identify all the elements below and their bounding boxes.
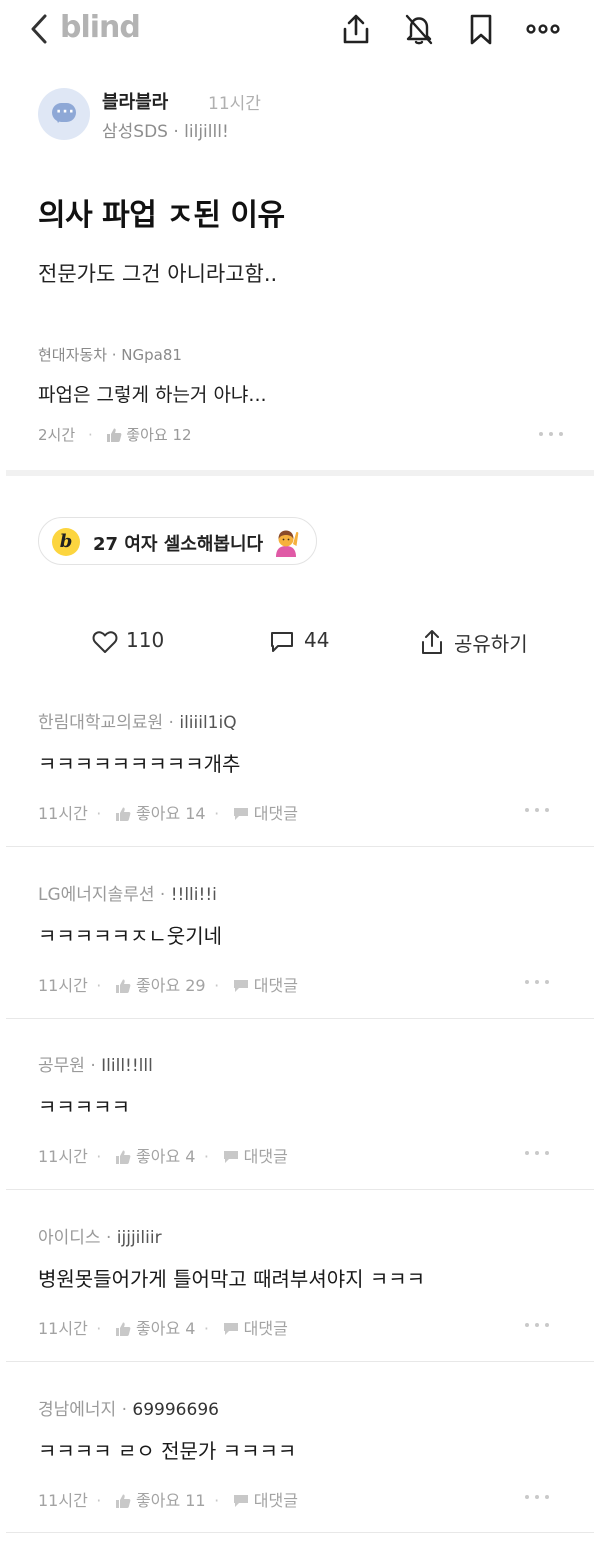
raising-hand-woman-icon: [276, 530, 299, 557]
blind-badge-icon: b: [52, 528, 80, 556]
best-comment-text: 파업은 그렇게 하는거 아냐...: [38, 384, 267, 406]
comment-text: ㅋㅋㅋㅋㅋ: [38, 1095, 130, 1119]
comment-icon: [271, 632, 293, 652]
top-bar: blind: [0, 0, 600, 62]
thumbs-up-icon[interactable]: [115, 979, 131, 993]
post-body: 전문가도 그건 아니라고함..: [38, 262, 278, 286]
best-comment-likes[interactable]: 좋아요 12: [126, 426, 191, 444]
post-actions: 110 44 공유하기: [0, 622, 600, 666]
more-icon[interactable]: [524, 800, 550, 820]
comment-footer: 11시간 · 좋아요 4 · 대댓글: [38, 1319, 288, 1338]
reply-button[interactable]: 대댓글: [244, 1147, 288, 1166]
section-divider: [6, 470, 594, 476]
comment-text: ㅋㅋㅋㅋㅋㅈㄴ웃기네: [38, 924, 222, 948]
best-comment-time: 2시간: [38, 426, 76, 444]
more-icon[interactable]: [526, 12, 560, 46]
comment-author[interactable]: 경남에너지 · 69996696: [38, 1395, 219, 1420]
comment-divider: [6, 846, 594, 847]
comment-text: 병원못들어가게 틀어막고 때려부셔야지 ㅋㅋㅋ: [38, 1267, 426, 1291]
comment-author[interactable]: 아이디스 · ijjjiliir: [38, 1223, 162, 1248]
chevron-left-icon[interactable]: [26, 12, 54, 46]
author-name[interactable]: 블라블라: [102, 88, 168, 114]
promo-chip[interactable]: b 27 여자 셀소해봅니다: [38, 517, 317, 565]
comment-author[interactable]: 공무원 · Ilill!!lll: [38, 1051, 153, 1076]
share-icon[interactable]: [339, 12, 373, 46]
reply-button[interactable]: 대댓글: [254, 804, 298, 823]
app-logo[interactable]: blind: [60, 10, 141, 45]
reply-button[interactable]: 대댓글: [254, 976, 298, 995]
comment-text: ㅋㅋㅋㅋ ㄹㅇ 전문가 ㅋㅋㅋㅋ: [38, 1439, 297, 1463]
reply-bubble-icon: [223, 1151, 238, 1163]
comment-divider: [6, 1532, 594, 1533]
comment-footer: 11시간 · 좋아요 14 · 대댓글: [38, 804, 298, 823]
reply-button[interactable]: 대댓글: [244, 1319, 288, 1338]
avatar[interactable]: ···: [38, 88, 90, 140]
like-count: 110: [126, 628, 165, 652]
thumbs-up-icon[interactable]: [115, 807, 131, 821]
comment-count: 44: [304, 628, 330, 652]
more-icon[interactable]: [524, 972, 550, 992]
comment-text: ㅋㅋㅋㅋㅋㅋㅋㅋㅋ개추: [38, 752, 241, 776]
share-icon: [422, 630, 442, 654]
comment-divider: [6, 1189, 594, 1190]
comment-footer: 11시간 · 좋아요 29 · 대댓글: [38, 976, 298, 995]
comment-divider: [6, 1018, 594, 1019]
post-author: ··· 블라블라 11시간 삼성SDS · liljilll!: [38, 88, 568, 144]
bell-off-icon[interactable]: [402, 12, 436, 46]
more-icon[interactable]: [524, 1315, 550, 1335]
heart-icon: [92, 631, 118, 653]
reply-bubble-icon: [233, 1495, 248, 1507]
author-company[interactable]: 삼성SDS · liljilll!: [102, 117, 229, 142]
post-title: 의사 파업 ㅈ된 이유: [38, 198, 285, 233]
reply-bubble-icon: [233, 808, 248, 820]
thumbs-up-icon[interactable]: [115, 1150, 131, 1164]
reply-button[interactable]: 대댓글: [254, 1491, 298, 1510]
best-comment[interactable]: 현대자동차 · NGpa81 파업은 그렇게 하는거 아냐... 2시간 · 좋…: [38, 344, 578, 444]
bookmark-icon[interactable]: [464, 12, 498, 46]
more-icon[interactable]: [524, 1143, 550, 1163]
comment-footer: 11시간 · 좋아요 4 · 대댓글: [38, 1147, 288, 1166]
thumbs-up-icon[interactable]: [106, 428, 122, 442]
comment-author[interactable]: 한림대학교의료원 · iliiil1iQ: [38, 708, 237, 733]
more-icon[interactable]: [538, 430, 564, 438]
more-icon[interactable]: [524, 1487, 550, 1507]
thumbs-up-icon[interactable]: [115, 1322, 131, 1336]
best-comment-footer: 2시간 · 좋아요 12: [38, 424, 578, 445]
comment-footer: 11시간 · 좋아요 11 · 대댓글: [38, 1491, 298, 1510]
best-comment-meta: 현대자동차 · NGpa81: [38, 346, 182, 364]
reply-bubble-icon: [233, 980, 248, 992]
promo-text: 27 여자 셀소해봅니다: [93, 534, 264, 555]
comment-author[interactable]: LG에너지솔루션 · !!lli!!i: [38, 880, 217, 905]
thumbs-up-icon[interactable]: [115, 1494, 131, 1508]
share-label: 공유하기: [454, 632, 528, 656]
post-time: 11시간: [208, 94, 261, 114]
comment-divider: [6, 1361, 594, 1362]
reply-bubble-icon: [223, 1323, 238, 1335]
